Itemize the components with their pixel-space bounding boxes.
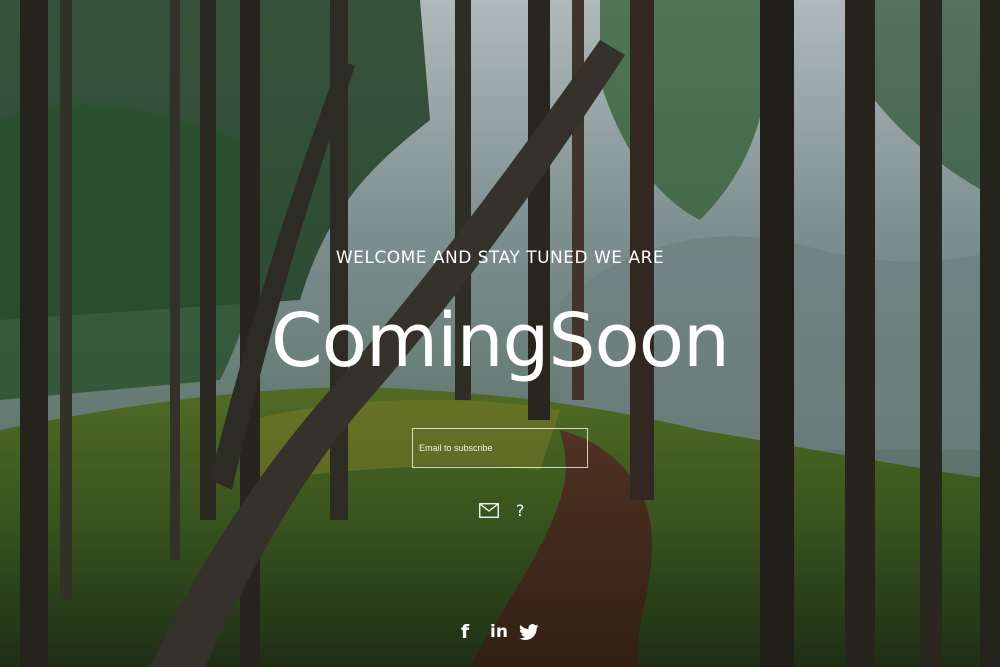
welcome-tagline: WELCOME AND STAY TUNED WE ARE [335,248,665,268]
twitter-bird-icon[interactable] [518,620,540,644]
social-links: f in [456,620,540,644]
page-title: ComingSoon [271,298,730,384]
subscribe-actions: ? [478,498,525,522]
facebook-icon[interactable]: f [456,620,474,644]
email-subscribe-input[interactable] [413,429,587,467]
help-button[interactable]: ? [516,501,525,520]
linkedin-icon[interactable]: in [488,620,510,644]
coming-soon-page: WELCOME AND STAY TUNED WE ARE ComingSoon… [0,0,1000,667]
envelope-icon[interactable] [478,501,500,519]
subscribe-form [412,428,588,468]
